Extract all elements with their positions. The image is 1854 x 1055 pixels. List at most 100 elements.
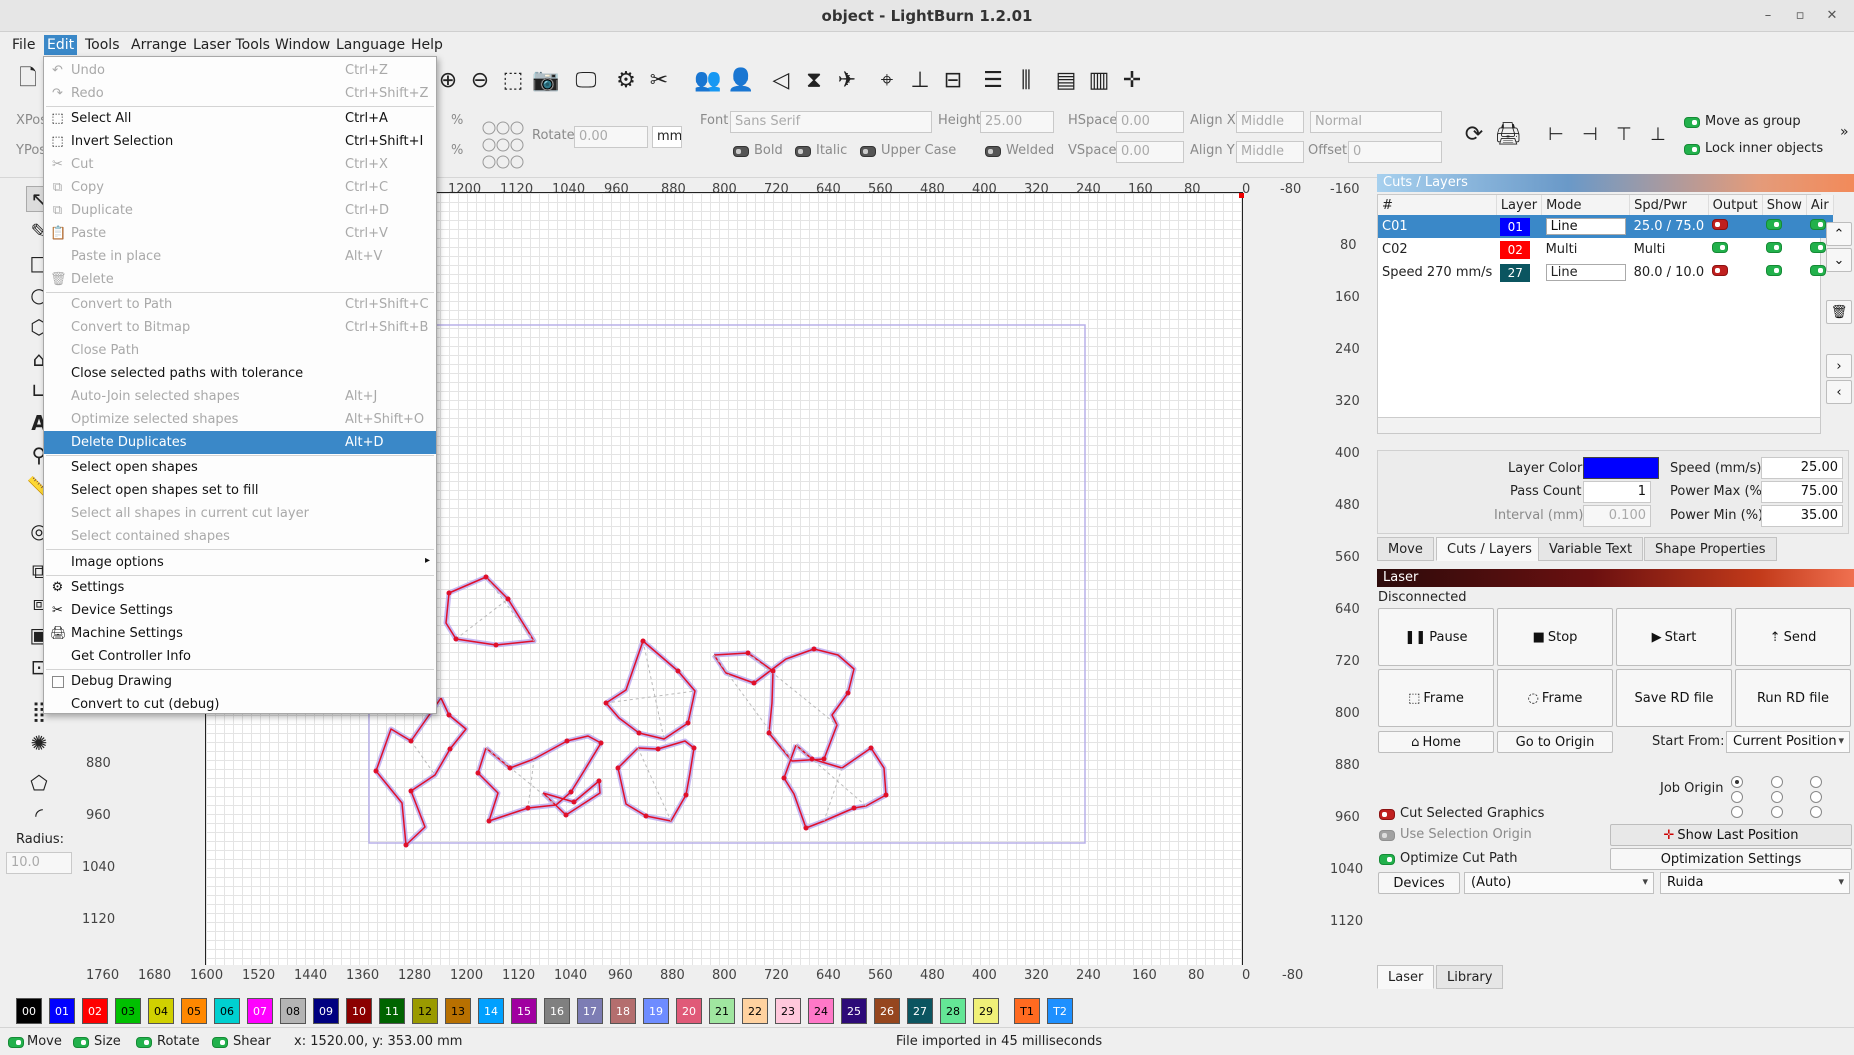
palette-swatch[interactable]: 11 <box>379 998 405 1024</box>
hspace-input[interactable]: 0.00 <box>1116 111 1184 133</box>
run-rd-button[interactable]: Run RD file <box>1735 669 1851 727</box>
power-min-input[interactable]: 35.00 <box>1761 505 1843 527</box>
menu-item-select-open-shapes[interactable]: Select open shapes <box>44 456 436 479</box>
menu-file[interactable]: File <box>9 37 38 53</box>
palette-swatch[interactable]: 13 <box>445 998 471 1024</box>
palette-swatch[interactable]: 12 <box>412 998 438 1024</box>
menu-item-debug-drawing[interactable]: Debug Drawing <box>44 670 436 693</box>
zoom-out-icon[interactable]: ⊖ <box>466 66 494 94</box>
show-last-position-button[interactable]: ✛ Show Last Position <box>1610 824 1852 846</box>
menu-item-close-with-tolerance[interactable]: Close selected paths with tolerance <box>44 362 436 385</box>
menu-item-undo[interactable]: ↶ Undo Ctrl+Z <box>44 59 436 82</box>
device-tools-icon[interactable]: ✂ <box>645 66 673 94</box>
menu-item-convert-to-path[interactable]: Convert to Path Ctrl+Shift+C <box>44 293 436 316</box>
menu-item-redo[interactable]: ↷ Redo Ctrl+Shift+Z <box>44 82 436 105</box>
close-icon[interactable]: ✕ <box>1824 8 1840 23</box>
air-toggle[interactable] <box>1810 265 1827 276</box>
text-mode-select[interactable]: Normal <box>1310 111 1442 133</box>
frame-button[interactable]: ⬚ Frame <box>1378 669 1494 727</box>
mirror-icon[interactable]: ⧗ <box>800 66 828 94</box>
distribute-vertical-icon[interactable]: ☰ <box>979 66 1007 94</box>
palette-swatch[interactable]: 02 <box>82 998 108 1024</box>
palette-swatch[interactable]: T1 <box>1014 998 1040 1024</box>
rotate-input[interactable]: 0.00 <box>574 126 648 148</box>
menu-item-delete-duplicates[interactable]: Delete Duplicates Alt+D <box>44 431 436 454</box>
speed-input[interactable]: 25.00 <box>1761 457 1843 479</box>
circle-frame-button[interactable]: ◌ Frame <box>1497 669 1613 727</box>
alignx-select[interactable]: Middle <box>1236 111 1304 133</box>
overflow-chevron-icon[interactable]: » <box>1840 124 1849 140</box>
mode-value[interactable]: Multi <box>1542 238 1630 261</box>
send-button[interactable]: ⇡ Send <box>1735 608 1851 666</box>
pause-button[interactable]: ❚❚ Pause <box>1378 608 1494 666</box>
unit-button[interactable]: mm <box>652 126 682 148</box>
palette-swatch[interactable]: 06 <box>214 998 240 1024</box>
controller-select[interactable]: Ruida <box>1660 872 1850 894</box>
menu-edit[interactable]: Edit <box>44 35 78 55</box>
menu-item-duplicate[interactable]: ⧉ Duplicate Ctrl+D <box>44 199 436 222</box>
menu-item-device-settings[interactable]: ✂ Device Settings <box>44 599 436 622</box>
radius-tool-icon[interactable]: ◜ <box>26 802 52 828</box>
menu-item-paste[interactable]: 📋 Paste Ctrl+V <box>44 222 436 245</box>
settings-gear-icon[interactable]: ⚙ <box>612 66 640 94</box>
palette-swatch[interactable]: 10 <box>346 998 372 1024</box>
use-selection-origin-toggle[interactable] <box>1379 830 1395 841</box>
palette-swatch[interactable]: 18 <box>610 998 636 1024</box>
palette-swatch[interactable]: 27 <box>907 998 933 1024</box>
menu-item-image-options[interactable]: Image options ▸ <box>44 551 436 574</box>
corner-tool-icon[interactable]: ⬠ <box>26 770 52 796</box>
air-toggle[interactable] <box>1810 242 1827 253</box>
align-icon[interactable]: ⊟ <box>939 66 967 94</box>
maximize-icon[interactable]: ▫ <box>1792 8 1808 23</box>
start-button[interactable]: ▶ Start <box>1616 608 1732 666</box>
layer-color-swatch[interactable] <box>1583 457 1659 479</box>
palette-swatch[interactable]: 21 <box>709 998 735 1024</box>
palette-swatch[interactable]: 00 <box>16 998 42 1024</box>
move-layer-up-icon[interactable]: ⌃ <box>1826 222 1852 246</box>
palette-swatch[interactable]: 04 <box>148 998 174 1024</box>
palette-swatch[interactable]: 09 <box>313 998 339 1024</box>
home-button[interactable]: ⌂ Home <box>1378 731 1494 753</box>
italic-toggle[interactable] <box>795 146 811 157</box>
move-as-group-toggle[interactable] <box>1684 117 1700 128</box>
menu-item-machine-settings[interactable]: 🖨 Machine Settings <box>44 622 436 645</box>
palette-swatch[interactable]: 07 <box>247 998 273 1024</box>
palette-swatch[interactable]: 08 <box>280 998 306 1024</box>
align-right-icon[interactable]: ⊣ <box>1576 120 1604 148</box>
menu-language[interactable]: Language <box>333 37 408 53</box>
table-row[interactable]: Speed 270 mm/s 27 Line 80.0 / 10.0 <box>1378 261 1833 284</box>
optimization-settings-button[interactable]: Optimization Settings <box>1610 848 1852 870</box>
start-from-select[interactable]: Current Position <box>1726 731 1850 753</box>
send-icon[interactable]: ✈ <box>833 66 861 94</box>
palette-swatch[interactable]: 17 <box>577 998 603 1024</box>
next-icon[interactable]: › <box>1826 354 1852 378</box>
mode-select[interactable]: Line <box>1545 218 1626 235</box>
tab-variable-text[interactable]: Variable Text <box>1538 537 1644 561</box>
menu-item-copy[interactable]: ⧉ Copy Ctrl+C <box>44 176 436 199</box>
output-toggle[interactable] <box>1712 219 1729 230</box>
table-row[interactable]: C01 01 Line 25.0 / 75.0 <box>1378 215 1834 238</box>
menu-item-select-contained[interactable]: Select contained shapes <box>44 525 436 548</box>
circular-array-icon[interactable]: ✺ <box>26 730 52 756</box>
new-file-icon[interactable]: 🗋 <box>14 66 42 94</box>
minimize-icon[interactable]: – <box>1760 8 1776 23</box>
group-icon[interactable]: 👥 <box>694 66 722 94</box>
align-bottom-edge-icon[interactable]: ⊥ <box>1644 120 1672 148</box>
palette-swatch[interactable]: 25 <box>841 998 867 1024</box>
menu-arrange[interactable]: Arrange <box>128 37 190 53</box>
aligny-select[interactable]: Middle <box>1236 141 1304 163</box>
menu-item-optimize-shapes[interactable]: Optimize selected shapes Alt+Shift+O <box>44 408 436 431</box>
delete-layer-icon[interactable]: 🗑 <box>1826 300 1852 324</box>
print-cut-icon[interactable]: 🖨 <box>1494 120 1522 148</box>
rotate-toggle[interactable] <box>136 1037 152 1048</box>
welded-toggle[interactable] <box>985 146 1001 157</box>
air-toggle[interactable] <box>1810 219 1827 230</box>
menu-help[interactable]: Help <box>408 37 446 53</box>
dock-side-icon[interactable]: ▥ <box>1085 66 1113 94</box>
distribute-horizontal-icon[interactable]: ⫼ <box>1012 66 1040 94</box>
rotate-arrows-icon[interactable]: ⟳ <box>1460 120 1488 148</box>
menu-item-select-all-in-layer[interactable]: Select all shapes in current cut layer <box>44 502 436 525</box>
menu-item-cut[interactable]: ✂ Cut Ctrl+X <box>44 153 436 176</box>
menu-window[interactable]: Window <box>272 37 333 53</box>
palette-swatch[interactable]: 14 <box>478 998 504 1024</box>
